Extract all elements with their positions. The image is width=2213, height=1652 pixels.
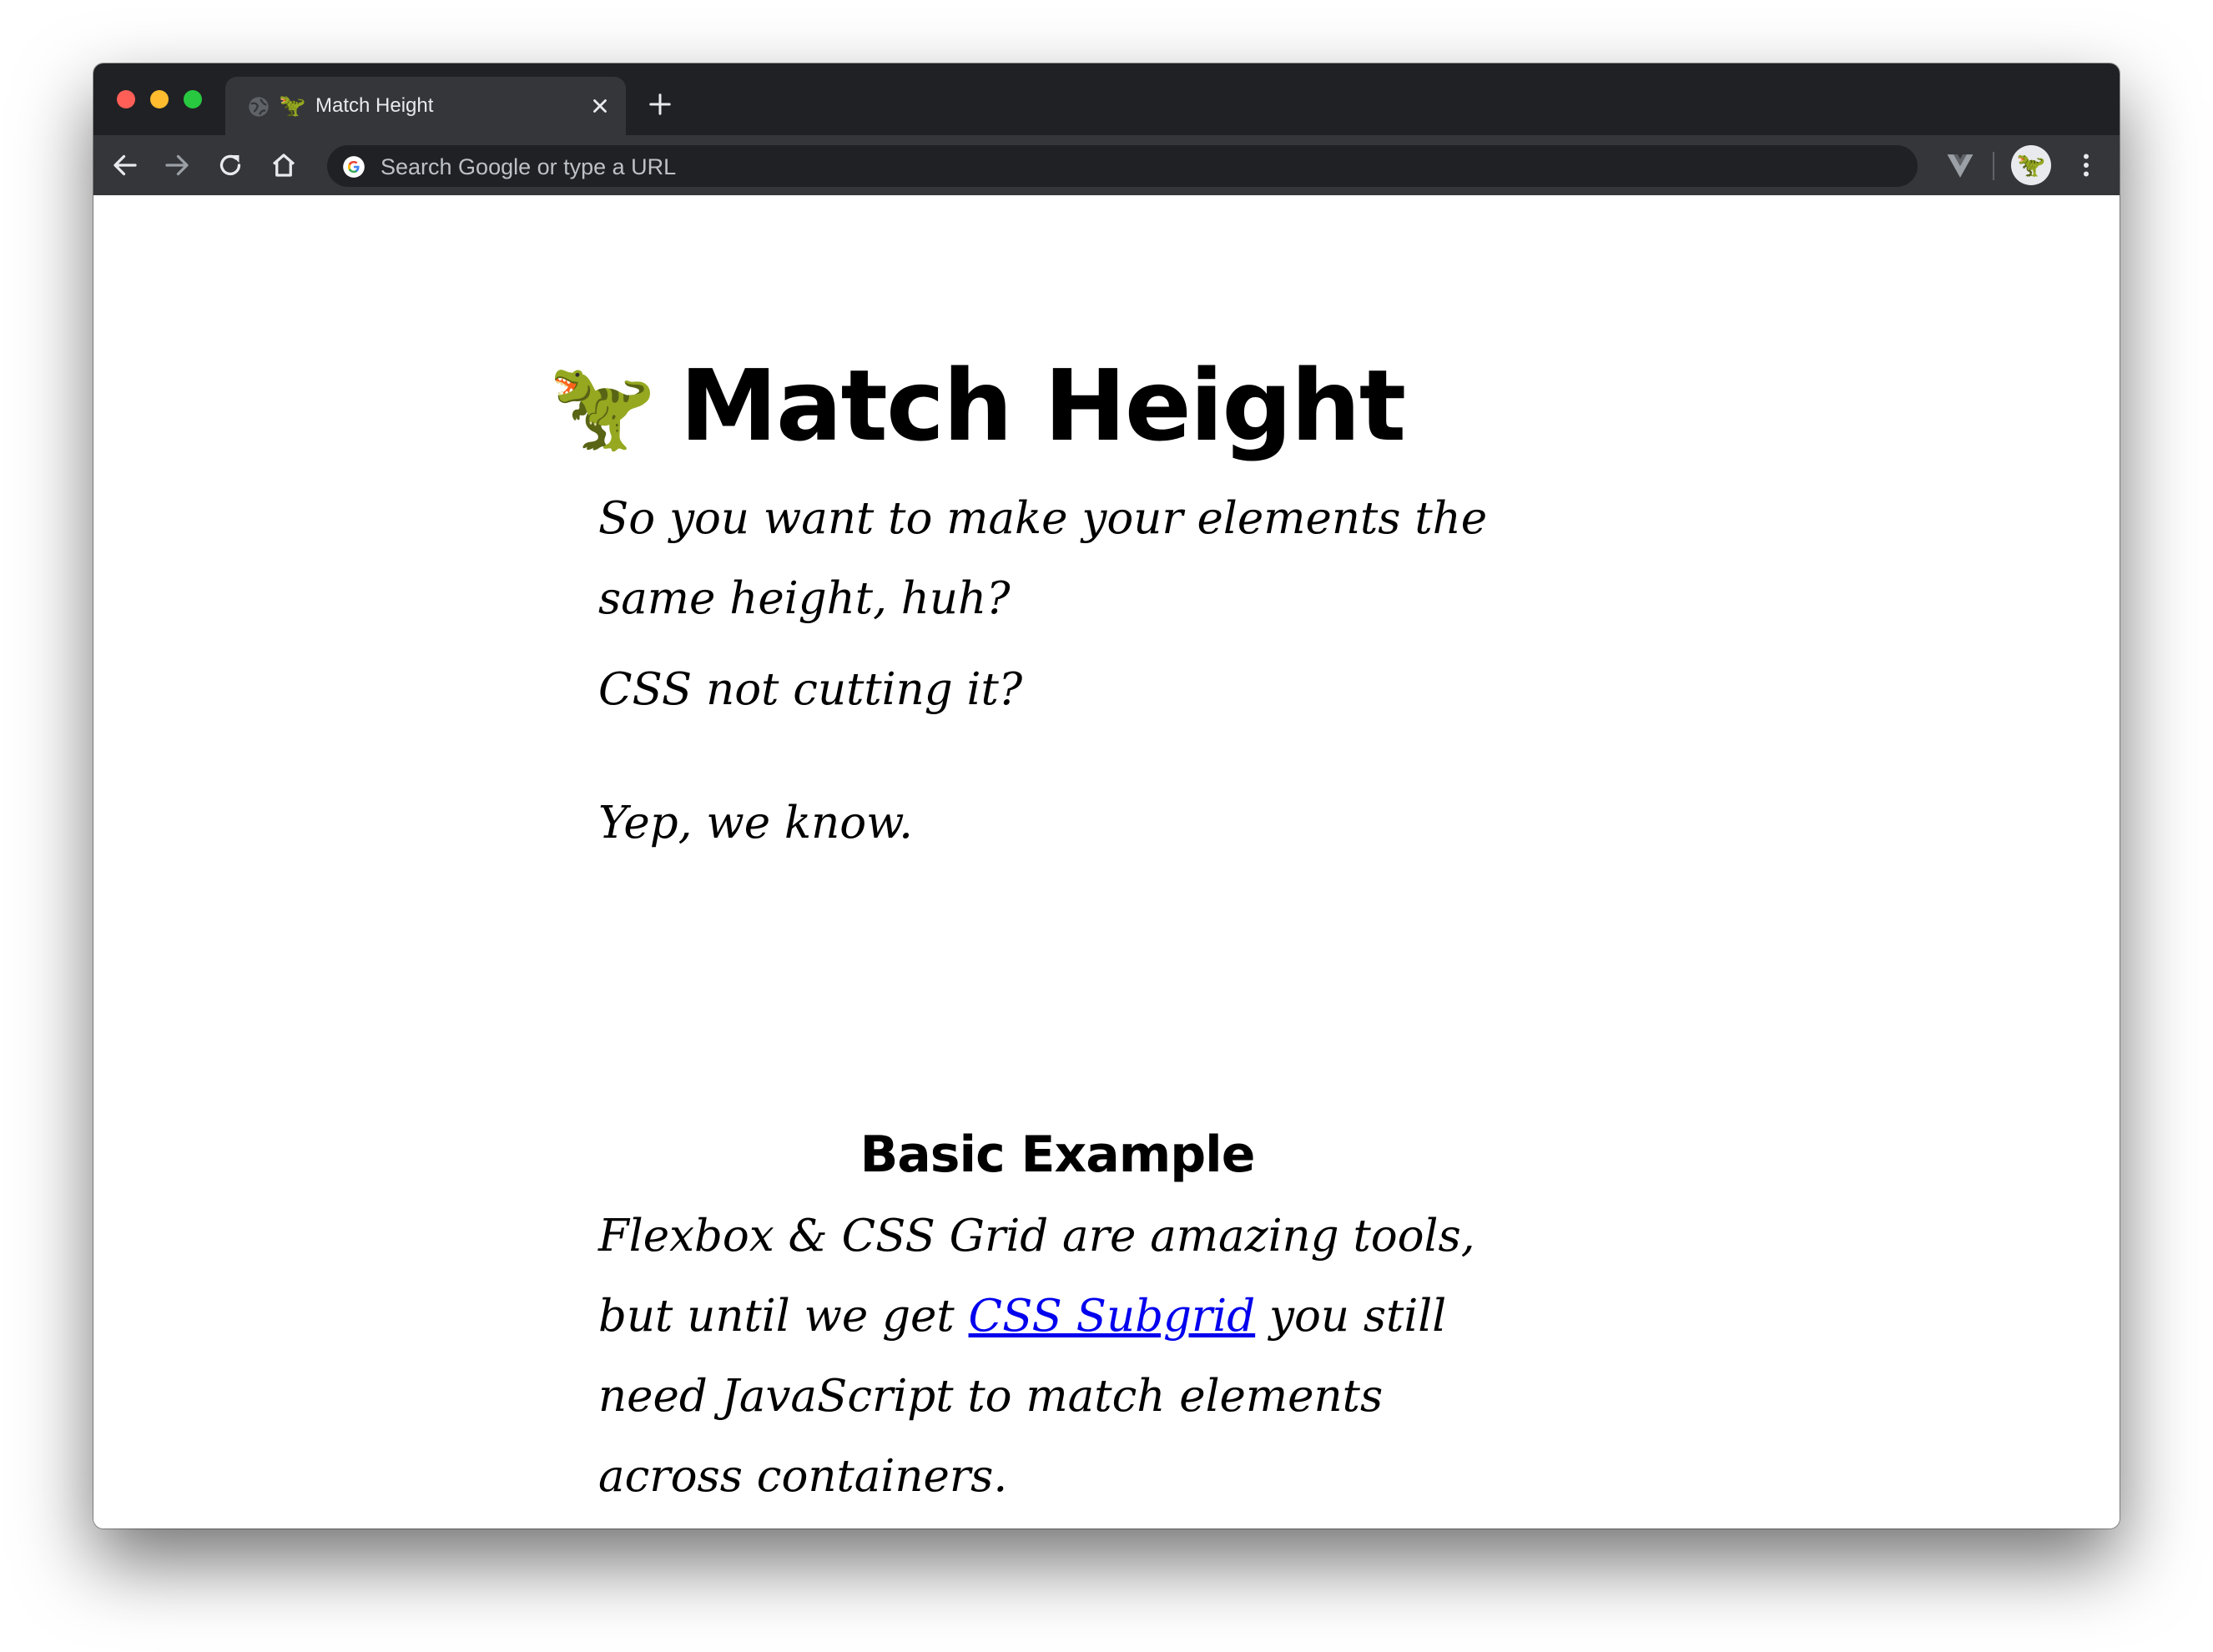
window-maximize-button[interactable] xyxy=(184,90,202,108)
tab-favicon: 🦖 xyxy=(279,93,306,118)
reload-icon[interactable] xyxy=(215,150,245,180)
dinosaur-icon: 🦖 xyxy=(548,355,656,457)
forward-icon[interactable] xyxy=(162,150,192,180)
close-icon[interactable] xyxy=(589,95,611,117)
address-bar[interactable] xyxy=(327,145,1918,189)
profile-avatar[interactable]: 🦖 xyxy=(2011,145,2051,185)
vue-devtools-icon[interactable] xyxy=(1944,152,1976,180)
section-paragraph: Flexbox & CSS Grid are amazing tools, bu… xyxy=(598,1196,1516,1517)
page-title: 🦖 Match Height xyxy=(548,348,1407,464)
google-icon xyxy=(343,156,365,178)
new-tab-icon[interactable] xyxy=(648,92,673,117)
intro-paragraph-1: So you want to make your elements the sa… xyxy=(598,493,1488,624)
css-subgrid-link[interactable]: CSS Subgrid xyxy=(969,1291,1256,1342)
window-minimize-button[interactable] xyxy=(150,90,169,108)
toolbar: 🦖 xyxy=(93,135,2120,195)
toolbar-separator xyxy=(1993,152,1994,180)
intro-paragraph-2: CSS not cutting it? xyxy=(598,664,1023,715)
omnibox-input[interactable] xyxy=(379,145,1884,189)
page-title-text: Match Height xyxy=(679,348,1407,464)
browser-window: 🦖 Match Height Search Google or type a U… xyxy=(93,63,2120,1529)
tab-match-height[interactable]: 🦖 Match Height xyxy=(225,77,626,135)
window-close-button[interactable] xyxy=(117,90,135,108)
title-bar: 🦖 Match Height xyxy=(93,63,2120,135)
section-heading: Basic Example xyxy=(859,1125,1256,1184)
globe-icon xyxy=(249,97,269,117)
home-icon[interactable] xyxy=(269,150,299,180)
more-menu-icon[interactable] xyxy=(2071,150,2101,180)
tab-title: Match Height xyxy=(315,94,434,117)
page-content: 🦖 Match Height So you want to make your e… xyxy=(93,195,2120,1529)
back-icon[interactable] xyxy=(110,150,140,180)
intro-paragraph-3: Yep, we know. xyxy=(598,798,914,849)
